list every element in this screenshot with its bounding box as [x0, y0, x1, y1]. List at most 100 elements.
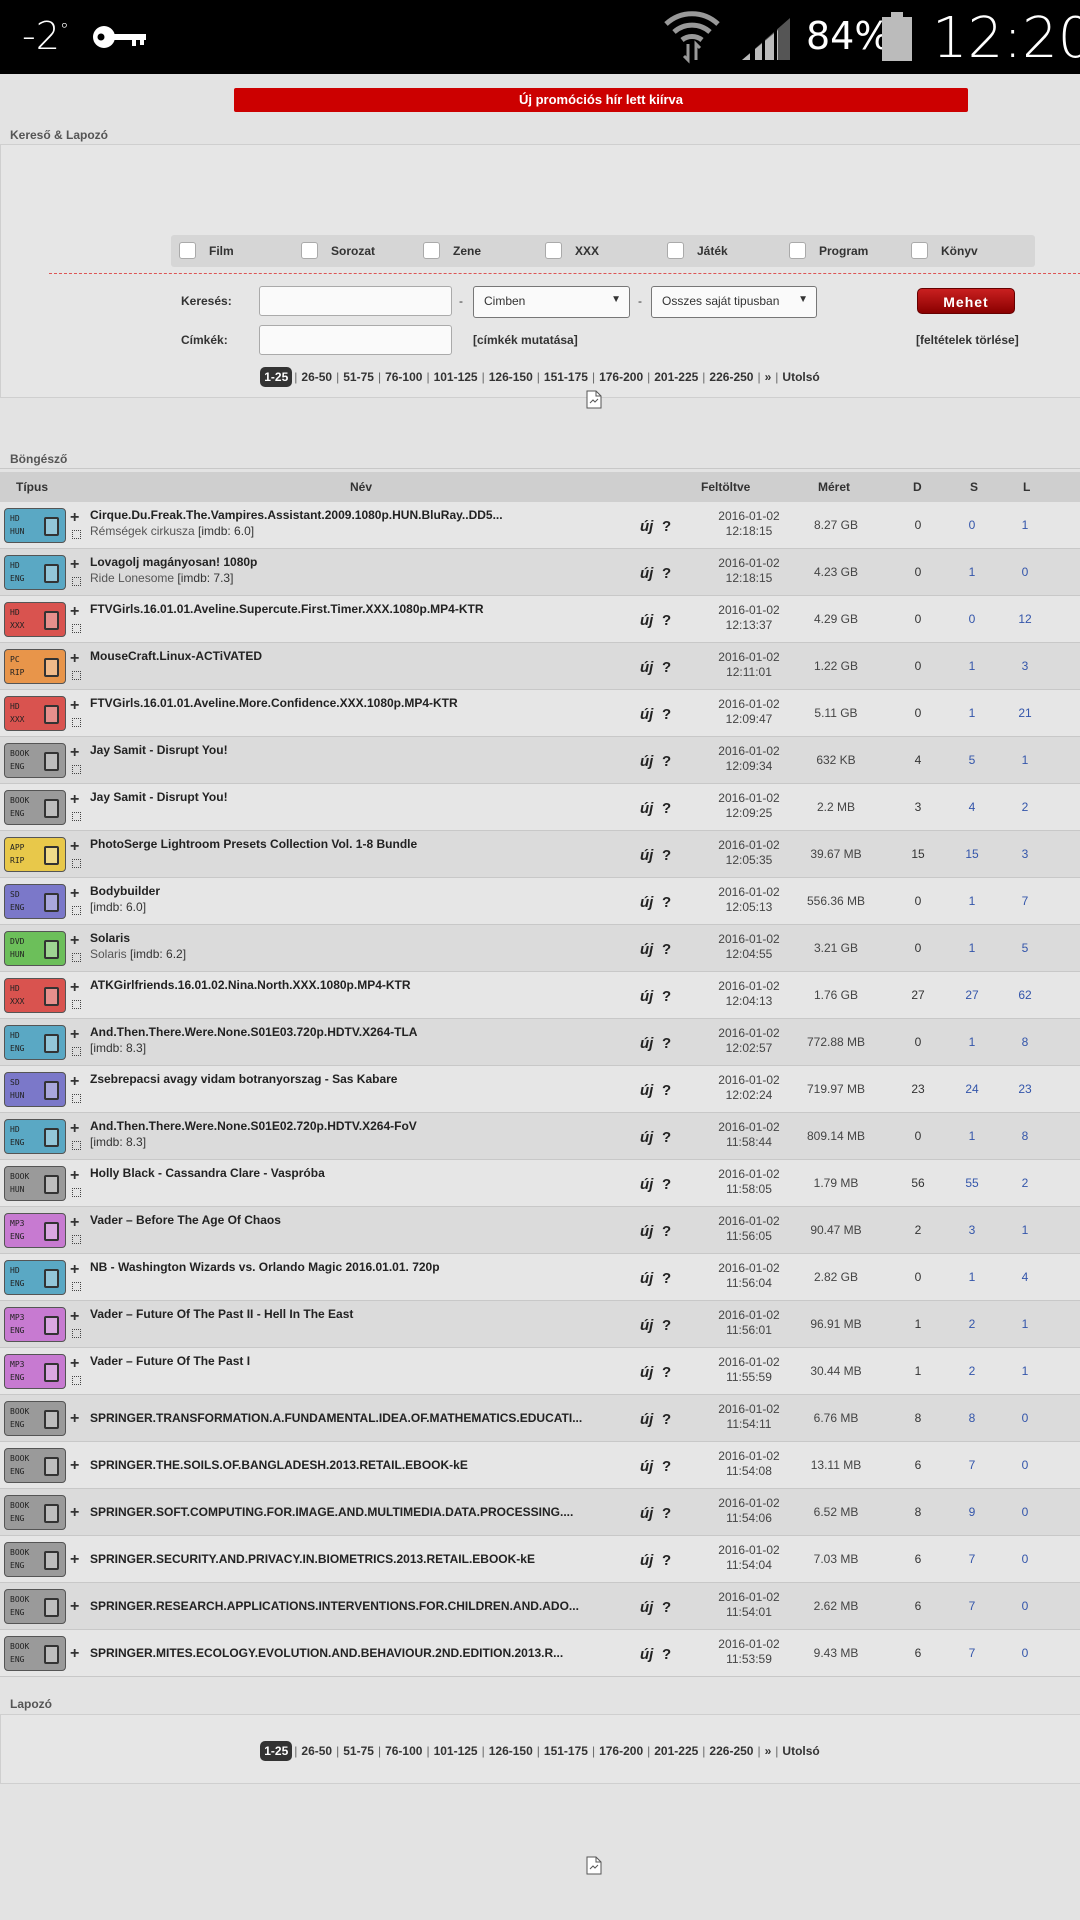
tags-input[interactable]: [259, 325, 452, 355]
leecher-count[interactable]: 8: [1004, 1035, 1046, 1049]
document-icon[interactable]: [586, 1856, 602, 1875]
table-row[interactable]: APP RIP + PhotoSerge Lightroom Presets Coll…: [0, 831, 1080, 878]
leecher-count[interactable]: 0: [1004, 1646, 1046, 1660]
leecher-count[interactable]: 0: [1004, 1458, 1046, 1472]
next-page-link[interactable]: »: [763, 370, 774, 384]
expand-icon[interactable]: +: [70, 1457, 79, 1475]
category-badge[interactable]: SD ENG: [4, 884, 66, 919]
page-link[interactable]: 176-200: [597, 370, 645, 384]
info-icon[interactable]: ?: [662, 988, 671, 1005]
page-link[interactable]: 226-250: [707, 1744, 755, 1758]
checkbox[interactable]: [179, 242, 196, 259]
select-icon[interactable]: [72, 1047, 81, 1056]
category-badge[interactable]: MP3 ENG: [4, 1213, 66, 1248]
torrent-name[interactable]: SPRINGER.THE.SOILS.OF.BANGLADESH.2013.RE…: [90, 1458, 468, 1472]
torrent-name[interactable]: Jay Samit - Disrupt You!: [90, 790, 228, 804]
info-icon[interactable]: ?: [662, 1035, 671, 1052]
select-icon[interactable]: [72, 1235, 81, 1244]
category-badge[interactable]: BOOK HUN: [4, 1166, 66, 1201]
checkbox[interactable]: [301, 242, 318, 259]
torrent-name[interactable]: And.Then.There.Were.None.S01E03.720p.HDT…: [90, 1025, 417, 1039]
expand-icon[interactable]: +: [70, 838, 79, 856]
expand-icon[interactable]: +: [70, 1026, 79, 1044]
go-button[interactable]: Mehet: [917, 288, 1015, 314]
col-d[interactable]: D: [913, 480, 922, 494]
category-badge[interactable]: HD ENG: [4, 1025, 66, 1060]
select-icon[interactable]: [72, 1282, 81, 1291]
table-row[interactable]: DVD HUN + Solaris Solaris [imdb: 6.2] új? 2016…: [0, 925, 1080, 972]
torrent-name[interactable]: Vader – Future Of The Past I: [90, 1354, 250, 1368]
leecher-count[interactable]: 0: [1004, 1552, 1046, 1566]
select-icon[interactable]: [72, 530, 81, 539]
page-link[interactable]: 151-175: [542, 1744, 590, 1758]
table-row[interactable]: HD ENG + And.Then.There.Were.None.S01E02.72…: [0, 1113, 1080, 1160]
category-badge[interactable]: PC RIP: [4, 649, 66, 684]
select-icon[interactable]: [72, 859, 81, 868]
select-icon[interactable]: [72, 906, 81, 915]
checkbox[interactable]: [911, 242, 928, 259]
category-badge[interactable]: HD ENG: [4, 1260, 66, 1295]
table-row[interactable]: BOOK ENG + SPRINGER.SECURITY.AND.PRIVACY.IN…: [0, 1536, 1080, 1583]
expand-icon[interactable]: +: [70, 650, 79, 668]
seeder-count[interactable]: 3: [951, 1223, 993, 1237]
seeder-count[interactable]: 5: [951, 753, 993, 767]
table-row[interactable]: BOOK ENG + SPRINGER.TRANSFORMATION.A.FUNDAM…: [0, 1395, 1080, 1442]
torrent-name[interactable]: FTVGirls.16.01.01.Aveline.More.Confidenc…: [90, 696, 458, 710]
category-zene[interactable]: Zene: [423, 242, 481, 259]
expand-icon[interactable]: +: [70, 1355, 79, 1373]
seeder-count[interactable]: 2: [951, 1364, 993, 1378]
torrent-name[interactable]: Jay Samit - Disrupt You!: [90, 743, 228, 757]
promo-banner[interactable]: Új promóciós hír lett kiírva: [234, 88, 968, 112]
seeder-count[interactable]: 1: [951, 565, 993, 579]
page-link[interactable]: 201-225: [652, 370, 700, 384]
page-link[interactable]: 126-150: [487, 370, 535, 384]
info-icon[interactable]: ?: [662, 1411, 671, 1428]
seeder-count[interactable]: 0: [951, 518, 993, 532]
expand-icon[interactable]: +: [70, 697, 79, 715]
leecher-count[interactable]: 62: [1004, 988, 1046, 1002]
category-xxx[interactable]: XXX: [545, 242, 599, 259]
table-row[interactable]: HD XXX + FTVGirls.16.01.01.Aveline.Supercut…: [0, 596, 1080, 643]
info-icon[interactable]: ?: [662, 1364, 671, 1381]
category-badge[interactable]: BOOK ENG: [4, 1448, 66, 1483]
torrent-name[interactable]: SPRINGER.SECURITY.AND.PRIVACY.IN.BIOMETR…: [90, 1552, 535, 1566]
category-badge[interactable]: MP3 ENG: [4, 1307, 66, 1342]
expand-icon[interactable]: +: [70, 885, 79, 903]
page-link[interactable]: 76-100: [383, 370, 424, 384]
col-l[interactable]: L: [1023, 480, 1030, 494]
info-icon[interactable]: ?: [662, 706, 671, 723]
leecher-count[interactable]: 0: [1004, 565, 1046, 579]
torrent-name[interactable]: Vader – Before The Age Of Chaos: [90, 1213, 281, 1227]
seeder-count[interactable]: 4: [951, 800, 993, 814]
last-page-link[interactable]: Utolsó: [780, 1744, 821, 1758]
document-icon[interactable]: [586, 390, 602, 409]
torrent-name[interactable]: SPRINGER.SOFT.COMPUTING.FOR.IMAGE.AND.MU…: [90, 1505, 573, 1519]
expand-icon[interactable]: +: [70, 1120, 79, 1138]
col-s[interactable]: S: [970, 480, 978, 494]
torrent-name[interactable]: SPRINGER.RESEARCH.APPLICATIONS.INTERVENT…: [90, 1599, 579, 1613]
seeder-count[interactable]: 15: [951, 847, 993, 861]
torrent-name[interactable]: Lovagolj magányosan! 1080p: [90, 555, 257, 569]
leecher-count[interactable]: 21: [1004, 706, 1046, 720]
torrent-name[interactable]: And.Then.There.Were.None.S01E02.720p.HDT…: [90, 1119, 417, 1133]
leecher-count[interactable]: 4: [1004, 1270, 1046, 1284]
select-icon[interactable]: [72, 577, 81, 586]
page-link[interactable]: 76-100: [383, 1744, 424, 1758]
torrent-name[interactable]: Bodybuilder: [90, 884, 160, 898]
page-link[interactable]: 1-25: [260, 1741, 293, 1761]
expand-icon[interactable]: +: [70, 1551, 79, 1569]
torrent-name[interactable]: SPRINGER.MITES.ECOLOGY.EVOLUTION.AND.BEH…: [90, 1646, 563, 1660]
leecher-count[interactable]: 8: [1004, 1129, 1046, 1143]
page-link[interactable]: 1-25: [260, 367, 293, 387]
table-row[interactable]: MP3 ENG + Vader – Future Of The Past I új? 2…: [0, 1348, 1080, 1395]
seeder-count[interactable]: 24: [951, 1082, 993, 1096]
info-icon[interactable]: ?: [662, 894, 671, 911]
col-uploaded[interactable]: Feltöltve: [701, 480, 750, 494]
expand-icon[interactable]: +: [70, 979, 79, 997]
torrent-name[interactable]: MouseCraft.Linux-ACTiVATED: [90, 649, 262, 663]
expand-icon[interactable]: +: [70, 1073, 79, 1091]
select-icon[interactable]: [72, 1329, 81, 1338]
select-icon[interactable]: [72, 812, 81, 821]
info-icon[interactable]: ?: [662, 1599, 671, 1616]
seeder-count[interactable]: 7: [951, 1552, 993, 1566]
